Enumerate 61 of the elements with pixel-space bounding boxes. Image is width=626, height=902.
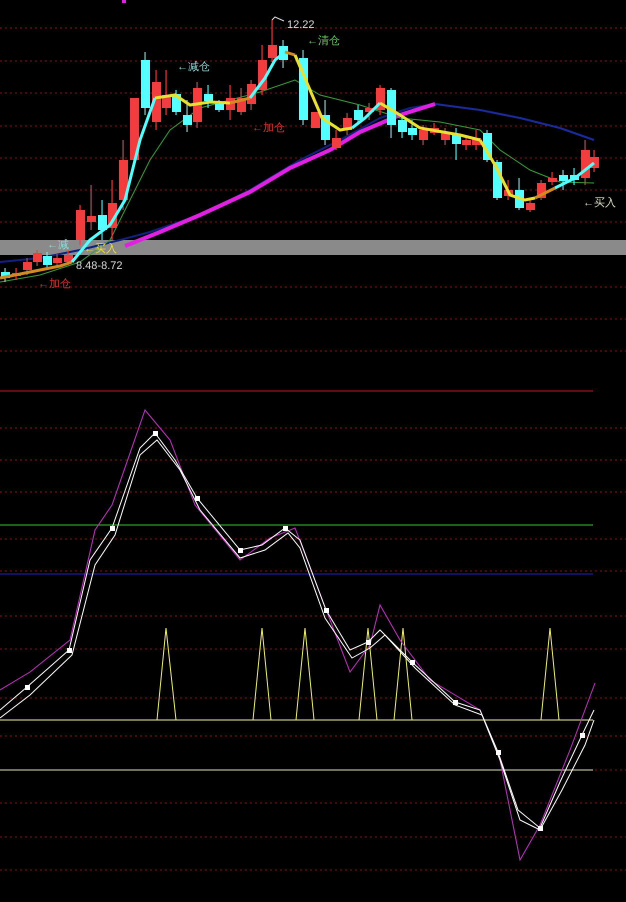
candlestick	[12, 268, 21, 280]
candlestick	[332, 130, 341, 150]
candlestick	[430, 122, 439, 136]
chart-annotation: ←清仓	[307, 35, 340, 47]
data-point-marker	[67, 648, 72, 653]
candlestick	[183, 100, 192, 132]
data-point-marker	[195, 496, 200, 501]
data-point-marker	[25, 685, 30, 690]
candlestick	[237, 88, 246, 116]
marker-icon	[122, 0, 126, 3]
candlestick	[130, 98, 139, 160]
data-point-marker	[453, 700, 458, 705]
candlestick	[279, 40, 288, 68]
candlestick	[258, 44, 267, 96]
data-point-marker	[538, 826, 543, 831]
chart-annotation: ←减仓	[177, 61, 210, 73]
candlestick	[141, 52, 150, 116]
pointer-icon	[272, 16, 284, 22]
candlestick	[43, 252, 52, 268]
chart-annotation: 12.22	[287, 19, 315, 31]
data-point-marker	[153, 431, 158, 436]
chart-annotation: 8.48-8.72	[76, 260, 122, 272]
candlestick	[387, 88, 396, 138]
candlestick	[268, 20, 277, 62]
candlestick	[76, 204, 85, 246]
candlestick	[376, 84, 385, 116]
chart-annotation: ←买入	[84, 243, 117, 255]
data-point-marker	[238, 548, 243, 553]
data-point-marker	[366, 640, 371, 645]
candlestick	[570, 168, 579, 186]
candlestick	[226, 84, 235, 120]
candlestick	[343, 112, 352, 136]
data-point-marker	[580, 733, 585, 738]
chart-annotation: ←减	[47, 239, 69, 251]
data-point-marker	[283, 526, 288, 531]
data-point-marker	[110, 526, 115, 531]
candlestick	[87, 184, 96, 230]
candlestick	[119, 140, 128, 210]
chart-annotation: ←加仓	[38, 278, 71, 290]
candlestick	[365, 102, 374, 120]
candlestick	[33, 250, 42, 266]
chart-annotation: ←加仓	[252, 122, 285, 134]
candlestick	[472, 130, 481, 150]
candlestick	[526, 198, 535, 212]
candlestick	[204, 84, 213, 108]
chart-annotation: ←买入	[583, 197, 616, 209]
candlestick	[515, 178, 524, 210]
data-point-marker	[324, 608, 329, 613]
candlestick	[193, 82, 202, 128]
candlestick	[548, 172, 557, 186]
candlestick	[504, 180, 513, 200]
candlestick	[152, 70, 161, 130]
data-point-marker	[410, 660, 415, 665]
candlestick	[559, 170, 568, 190]
candlestick	[408, 120, 417, 140]
candlestick	[441, 128, 450, 146]
candlestick	[1, 268, 10, 282]
candlestick	[23, 258, 32, 276]
candlestick	[247, 80, 256, 110]
candlestick	[419, 124, 428, 146]
data-point-marker	[496, 750, 501, 755]
